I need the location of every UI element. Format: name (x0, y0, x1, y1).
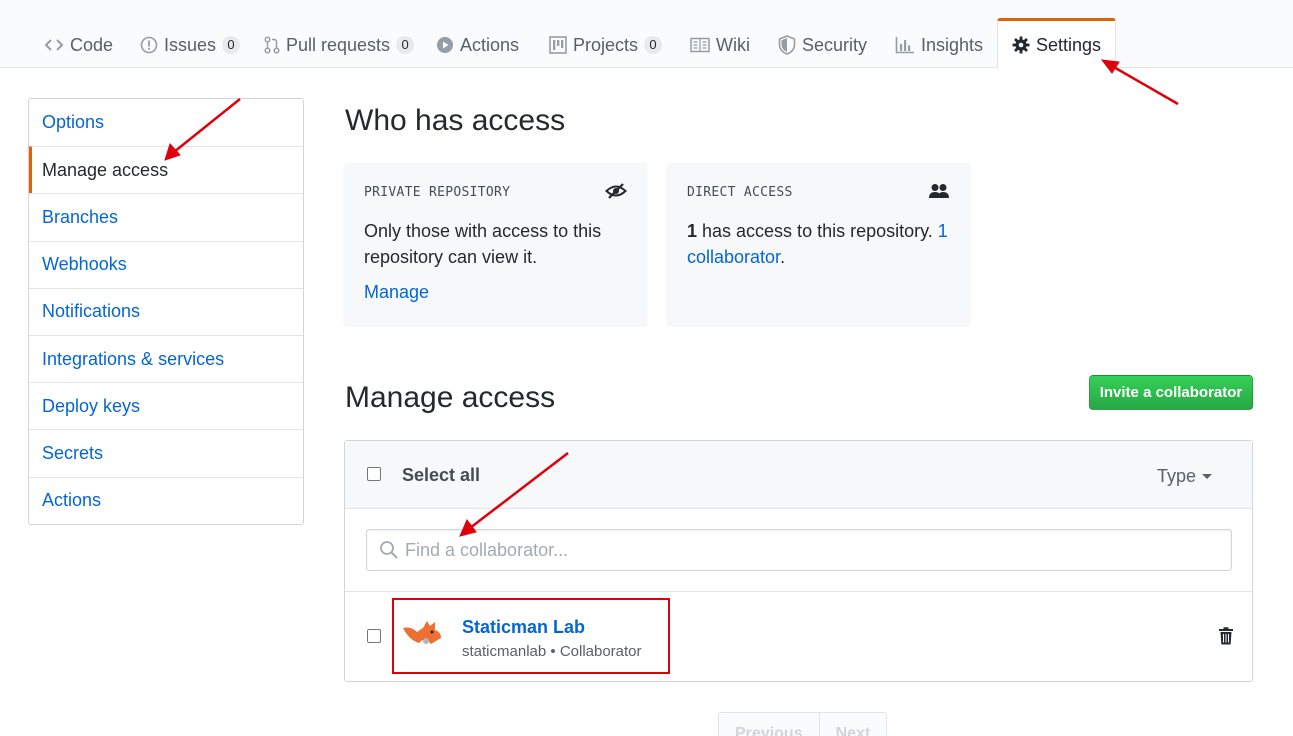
tab-pull-requests-label: Pull requests (286, 34, 391, 55)
direct-access-text: 1 has access to this repository. 1 colla… (687, 218, 950, 270)
private-repository-text: Only those with access to this repositor… (364, 221, 602, 267)
eye-closed-icon (605, 183, 627, 199)
member-name-link[interactable]: Staticman Lab (462, 617, 585, 638)
select-all-label[interactable]: Select all (402, 465, 480, 486)
next-page-button[interactable]: Next (818, 713, 887, 736)
gear-icon (1012, 36, 1030, 54)
type-filter-dropdown[interactable]: Type (1157, 466, 1212, 487)
tab-wiki-label: Wiki (716, 34, 750, 55)
tab-security[interactable]: Security (772, 22, 873, 68)
trash-icon[interactable] (1218, 627, 1234, 645)
tab-settings-label: Settings (1036, 34, 1102, 55)
tab-pull-requests[interactable]: Pull requests 0 (258, 22, 420, 68)
sidebar-item-secrets[interactable]: Secrets (29, 429, 303, 476)
previous-page-button[interactable]: Previous (719, 713, 819, 736)
tab-code[interactable]: Code (38, 22, 119, 68)
manage-access-heading: Manage access (345, 381, 556, 414)
pagination: Previous Next (718, 712, 888, 736)
tab-projects-label: Projects (573, 34, 639, 55)
tab-insights[interactable]: Insights (889, 22, 989, 68)
tab-settings[interactable]: Settings (997, 18, 1117, 69)
people-icon (929, 184, 949, 198)
direct-access-period: . (780, 247, 786, 267)
sidebar-item-notifications[interactable]: Notifications (29, 287, 303, 335)
member-role: Collaborator (559, 643, 642, 660)
search-icon (380, 541, 398, 559)
project-icon (549, 36, 567, 54)
sidebar-item-actions[interactable]: Actions (29, 476, 303, 524)
tab-code-label: Code (70, 34, 114, 55)
manage-link[interactable]: Manage (364, 282, 627, 303)
sidebar-item-manage-access[interactable]: Manage access (29, 146, 303, 194)
search-row (345, 509, 1252, 592)
who-has-access-heading: Who has access (345, 104, 566, 137)
graph-icon (895, 37, 914, 54)
member-meta: staticmanlab • Collaborator (462, 643, 642, 660)
repo-nav: Code Issues 0 Pull requests 0 Actions Pr… (0, 0, 1293, 69)
shield-icon (778, 35, 796, 55)
collaborator-search (366, 529, 1232, 571)
play-icon (437, 37, 453, 53)
code-icon (44, 39, 64, 51)
invite-collaborator-button[interactable]: Invite a collaborator (1089, 375, 1253, 410)
private-repository-heading: PRIVATE REPOSITORY (364, 185, 511, 200)
tab-projects[interactable]: Projects 0 (543, 22, 668, 68)
find-collaborator-input[interactable] (405, 539, 1225, 561)
sidebar-item-deploy-keys[interactable]: Deploy keys (29, 382, 303, 429)
sidebar-item-options[interactable]: Options (29, 99, 303, 146)
type-filter-label: Type (1156, 466, 1196, 486)
issue-icon (140, 36, 158, 54)
member-checkbox[interactable] (367, 629, 381, 643)
select-all-checkbox[interactable] (367, 467, 381, 481)
issues-counter: 0 (222, 36, 241, 54)
direct-access-sentence: has access to this repository. (697, 221, 938, 241)
collaborators-box: Select all Type Staticman Lab staticmanl… (344, 440, 1253, 682)
tab-actions-label: Actions (460, 34, 520, 55)
settings-sidebar: Options Manage access Branches Webhooks … (28, 98, 304, 525)
sidebar-item-branches[interactable]: Branches (29, 193, 303, 240)
tab-wiki[interactable]: Wiki (684, 22, 756, 68)
caret-down-icon (1202, 474, 1212, 479)
direct-access-heading: DIRECT ACCESS (687, 185, 793, 200)
access-count: 1 (687, 221, 698, 241)
tab-issues-label: Issues (164, 34, 217, 55)
pull-request-icon (264, 36, 280, 54)
tab-actions[interactable]: Actions (430, 22, 525, 68)
sidebar-item-integrations[interactable]: Integrations & services (29, 334, 303, 382)
projects-counter: 0 (644, 36, 663, 54)
private-repository-card: PRIVATE REPOSITORY Only those with acces… (344, 163, 647, 325)
list-item: Staticman Lab staticmanlab • Collaborato… (345, 592, 1252, 681)
member-username: staticmanlab (462, 643, 547, 660)
tab-security-label: Security (802, 34, 868, 55)
avatar (403, 621, 441, 644)
sidebar-item-webhooks[interactable]: Webhooks (29, 240, 303, 288)
tab-issues[interactable]: Issues 0 (134, 22, 246, 68)
pulls-counter: 0 (396, 36, 415, 54)
tab-insights-label: Insights (921, 34, 984, 55)
direct-access-card: DIRECT ACCESS 1 has access to this repos… (667, 163, 970, 325)
collaborators-box-header: Select all Type (345, 441, 1252, 509)
book-icon (690, 37, 710, 53)
